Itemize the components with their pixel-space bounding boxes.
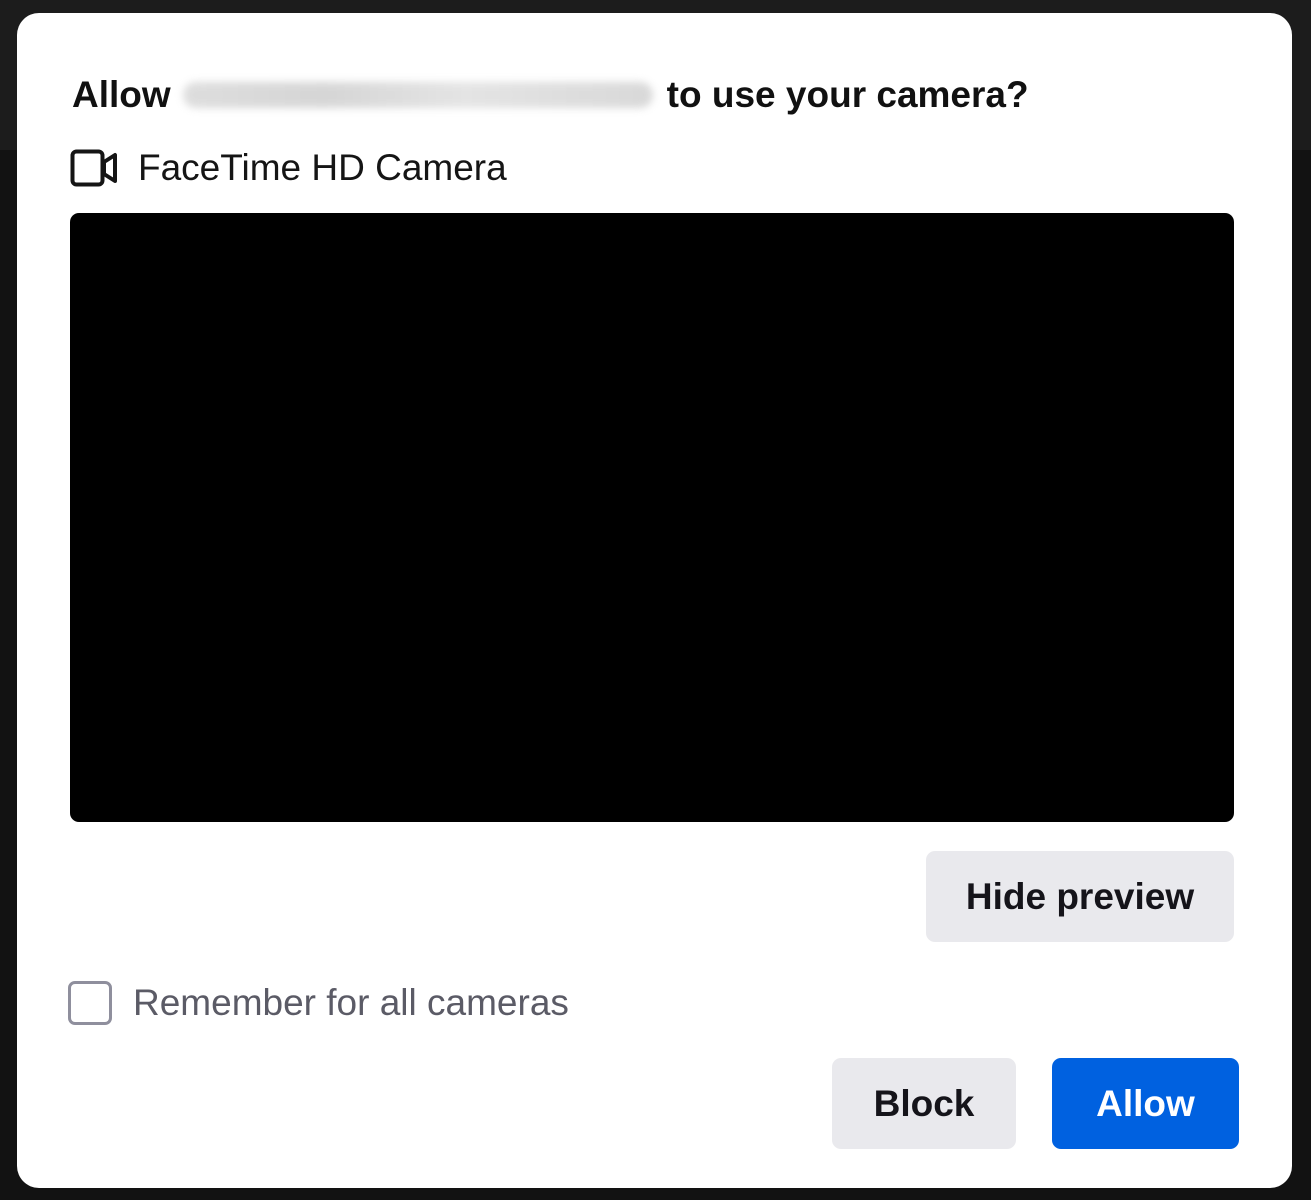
block-button[interactable]: Block xyxy=(832,1058,1016,1149)
camera-device-name: FaceTime HD Camera xyxy=(138,147,507,188)
site-origin-redacted xyxy=(182,82,653,108)
dialog-title: Allow to use your camera? xyxy=(72,71,1029,119)
title-prefix: Allow xyxy=(72,74,171,115)
camera-preview xyxy=(70,213,1234,822)
hide-preview-button[interactable]: Hide preview xyxy=(926,851,1234,942)
video-camera-icon xyxy=(70,148,118,188)
camera-permission-dialog: Allow to use your camera? FaceTime HD Ca… xyxy=(17,13,1292,1188)
title-suffix: to use your camera? xyxy=(666,74,1029,115)
remember-label[interactable]: Remember for all cameras xyxy=(133,982,569,1024)
remember-checkbox[interactable] xyxy=(68,981,112,1025)
allow-button[interactable]: Allow xyxy=(1052,1058,1239,1149)
camera-device-row: FaceTime HD Camera xyxy=(70,145,507,191)
remember-option[interactable]: Remember for all cameras xyxy=(68,979,569,1027)
